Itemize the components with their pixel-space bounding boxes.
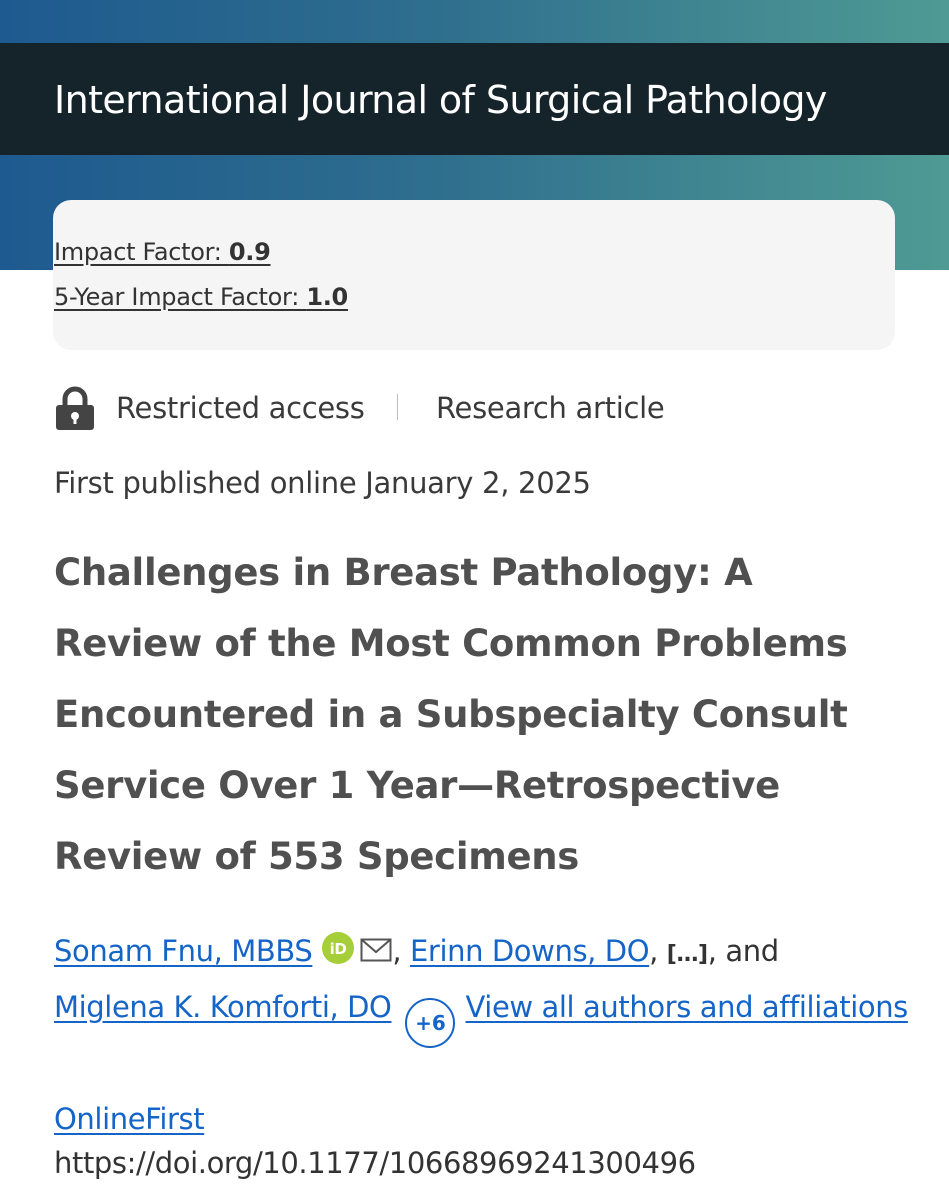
lock-icon <box>56 386 94 430</box>
impact-factor-value: 0.9 <box>228 238 271 266</box>
mail-icon[interactable] <box>360 938 392 962</box>
access-row: Restricted access Research article <box>54 386 894 430</box>
article-title: Challenges in Breast Pathology: A Review… <box>54 551 848 878</box>
author-comma: , <box>649 934 667 968</box>
five-year-impact-factor-label: 5-Year Impact Factor: <box>54 283 307 311</box>
authors-and: , and <box>707 934 779 968</box>
impact-factor-label: Impact Factor: <box>54 238 229 266</box>
publication-date: First published online January 2, 2025 <box>54 466 591 500</box>
svg-text:iD: iD <box>330 940 347 958</box>
author-link-miglena-komforti[interactable]: Miglena K. Komforti, DO <box>54 990 392 1024</box>
more-authors-badge[interactable]: +6 <box>405 998 456 1048</box>
authors-ellipsis: […] <box>666 942 708 967</box>
doi-text: https://doi.org/10.1177/1066896924130049… <box>54 1146 696 1180</box>
journal-title[interactable]: International Journal of Surgical Pathol… <box>54 76 827 124</box>
five-year-impact-factor-value: 1.0 <box>306 283 348 311</box>
author-link-sonam-fnu[interactable]: Sonam Fnu, MBBS <box>54 934 313 968</box>
five-year-impact-factor-link[interactable]: 5-Year Impact Factor: 1.0 <box>54 282 348 312</box>
author-list: Sonam Fnu, MBBS iD, Erinn Downs, DO, […],… <box>54 925 914 1048</box>
online-first-link[interactable]: OnlineFirst <box>54 1099 205 1139</box>
meta-separator <box>397 394 398 420</box>
view-all-authors-link[interactable]: View all authors and affiliations <box>465 990 908 1024</box>
impact-factor-link[interactable]: Impact Factor: 0.9 <box>54 237 271 267</box>
article-type: Research article <box>436 391 665 425</box>
access-status: Restricted access <box>116 391 365 425</box>
author-link-erinn-downs[interactable]: Erinn Downs, DO <box>410 934 650 968</box>
orcid-icon[interactable]: iD <box>322 932 355 964</box>
author-comma: , <box>392 934 410 968</box>
metrics-card <box>53 200 895 350</box>
